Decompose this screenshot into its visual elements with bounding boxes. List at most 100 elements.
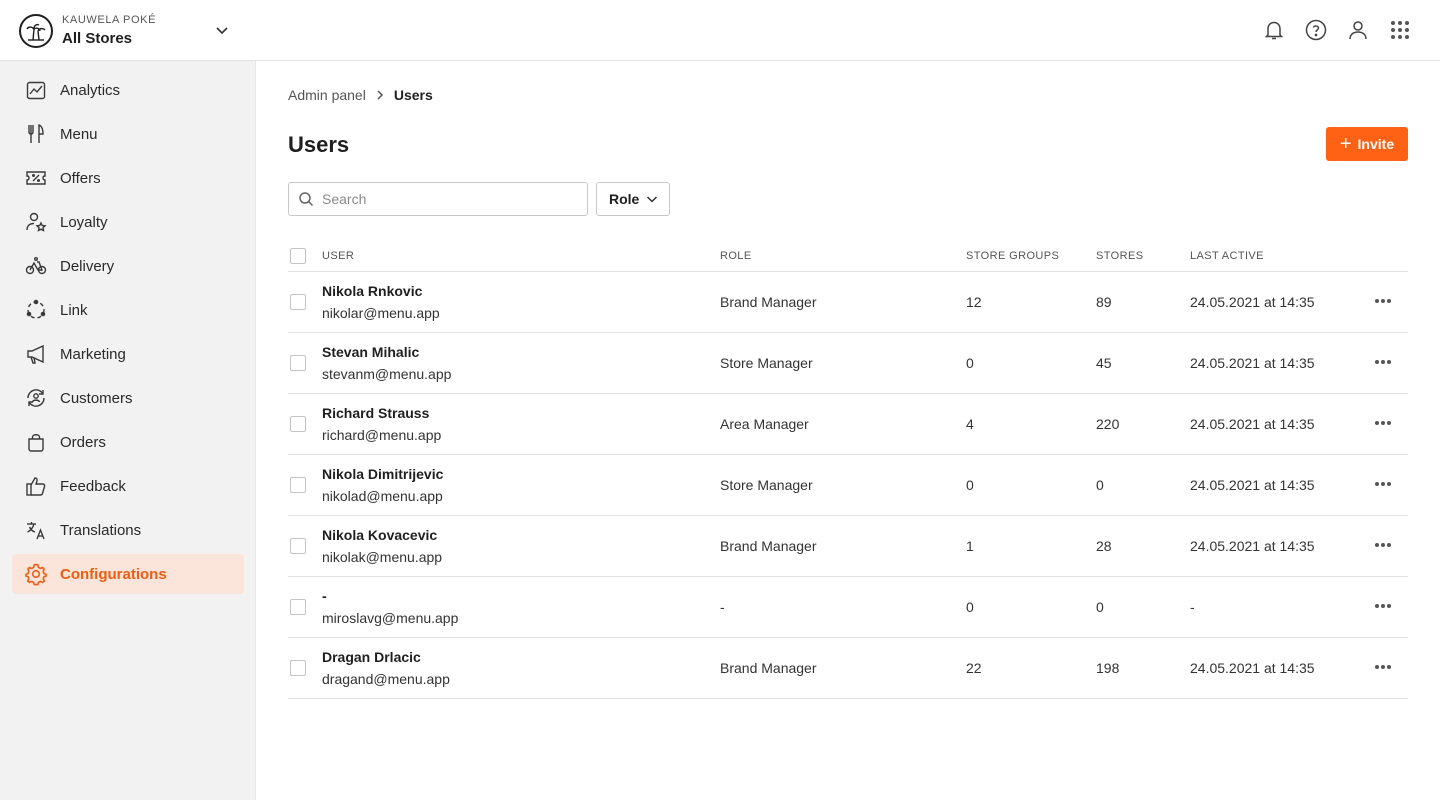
sidebar-item-orders[interactable]: Orders	[12, 422, 244, 462]
user-cell: Dragan Drlacic dragand@menu.app	[322, 649, 450, 687]
table-row[interactable]: Dragan Drlacic dragand@menu.app Brand Ma…	[288, 638, 1408, 699]
role-cell: Brand Manager	[720, 294, 817, 310]
sidebar-item-label: Customers	[60, 389, 133, 407]
row-checkbox[interactable]	[290, 538, 306, 554]
sidebar-item-label: Loyalty	[60, 213, 108, 231]
bag-icon	[24, 430, 48, 454]
last-active-cell: 24.05.2021 at 14:35	[1190, 355, 1315, 371]
chevron-down-icon[interactable]	[214, 22, 230, 38]
sidebar-item-label: Link	[60, 301, 88, 319]
top-bar: KAUWELA POKÉ All Stores	[0, 0, 1440, 61]
table-row[interactable]: - miroslavg@menu.app - 0 0 -	[288, 577, 1408, 638]
table-row[interactable]: Richard Strauss richard@menu.app Area Ma…	[288, 394, 1408, 455]
apps-grid-icon[interactable]	[1388, 18, 1412, 42]
search-input[interactable]	[322, 191, 572, 207]
chevron-right-icon	[374, 89, 386, 101]
user-email: stevanm@menu.app	[322, 366, 452, 382]
sidebar: Analytics Menu Offers Loyalty Delivery L…	[0, 61, 256, 800]
user-cell: Stevan Mihalic stevanm@menu.app	[322, 344, 451, 382]
table-row[interactable]: Nikola Kovacevic nikolak@menu.app Brand …	[288, 516, 1408, 577]
sidebar-item-marketing[interactable]: Marketing	[12, 334, 244, 374]
invite-button[interactable]: + Invite	[1326, 127, 1408, 161]
bell-icon[interactable]	[1262, 18, 1286, 42]
user-email: nikolar@menu.app	[322, 305, 440, 321]
row-checkbox[interactable]	[290, 599, 306, 615]
sidebar-item-delivery[interactable]: Delivery	[12, 246, 244, 286]
store-groups-cell: 12	[966, 294, 982, 310]
stores-cell: 0	[1096, 477, 1104, 493]
customers-icon	[24, 386, 48, 410]
brand-block[interactable]: KAUWELA POKÉ All Stores	[62, 14, 156, 47]
sidebar-item-label: Feedback	[60, 477, 126, 495]
column-header-role[interactable]: ROLE	[720, 250, 752, 262]
sidebar-item-label: Orders	[60, 433, 106, 451]
row-checkbox[interactable]	[290, 416, 306, 432]
table-row[interactable]: Nikola Rnkovic nikolar@menu.app Brand Ma…	[288, 272, 1408, 333]
sidebar-item-loyalty[interactable]: Loyalty	[12, 202, 244, 242]
table-header: USER ROLE STORE GROUPS STORES LAST ACTIV…	[288, 237, 1408, 272]
more-options-icon[interactable]	[1372, 473, 1394, 495]
more-options-icon[interactable]	[1372, 656, 1394, 678]
user-email: dragand@menu.app	[322, 671, 450, 687]
sidebar-item-translations[interactable]: Translations	[12, 510, 244, 550]
sidebar-item-analytics[interactable]: Analytics	[12, 70, 244, 110]
last-active-cell: 24.05.2021 at 14:35	[1190, 294, 1315, 310]
column-header-stores[interactable]: STORES	[1096, 250, 1143, 262]
sidebar-item-menu[interactable]: Menu	[12, 114, 244, 154]
more-options-icon[interactable]	[1372, 595, 1394, 617]
sidebar-item-link[interactable]: Link	[12, 290, 244, 330]
user-name: Nikola Rnkovic	[322, 283, 423, 299]
store-groups-cell: 1	[966, 538, 974, 554]
breadcrumb-admin-panel[interactable]: Admin panel	[288, 87, 366, 103]
store-groups-cell: 4	[966, 416, 974, 432]
analytics-icon	[24, 78, 48, 102]
help-icon[interactable]	[1304, 18, 1328, 42]
role-cell: Store Manager	[720, 477, 813, 493]
sidebar-item-offers[interactable]: Offers	[12, 158, 244, 198]
store-selector-label[interactable]: All Stores	[62, 30, 156, 47]
role-filter-dropdown[interactable]: Role	[596, 182, 670, 216]
search-icon	[298, 191, 314, 207]
user-cell: Nikola Rnkovic nikolar@menu.app	[322, 283, 440, 321]
breadcrumb-current: Users	[393, 87, 433, 103]
column-header-user[interactable]: USER	[322, 250, 354, 262]
column-header-last-active[interactable]: LAST ACTIVE	[1190, 250, 1264, 262]
sidebar-item-configurations[interactable]: Configurations	[12, 554, 244, 594]
more-options-icon[interactable]	[1372, 351, 1394, 373]
last-active-cell: -	[1190, 599, 1195, 615]
user-cell: - miroslavg@menu.app	[322, 588, 458, 626]
table-row[interactable]: Nikola Dimitrijevic nikolad@menu.app Sto…	[288, 455, 1408, 516]
main-content: Admin panel Users Users + Invite Role US…	[256, 61, 1440, 800]
more-options-icon[interactable]	[1372, 412, 1394, 434]
role-cell: Brand Manager	[720, 538, 817, 554]
loyalty-user-icon	[24, 210, 48, 234]
search-box[interactable]	[288, 182, 588, 216]
more-options-icon[interactable]	[1372, 290, 1394, 312]
sidebar-item-customers[interactable]: Customers	[12, 378, 244, 418]
thumbs-up-icon	[24, 474, 48, 498]
role-cell: Area Manager	[720, 416, 809, 432]
stores-cell: 0	[1096, 599, 1104, 615]
row-checkbox[interactable]	[290, 355, 306, 371]
user-name: Dragan Drlacic	[322, 649, 421, 665]
megaphone-icon	[24, 342, 48, 366]
last-active-cell: 24.05.2021 at 14:35	[1190, 416, 1315, 432]
user-cell: Nikola Kovacevic nikolak@menu.app	[322, 527, 442, 565]
sidebar-item-feedback[interactable]: Feedback	[12, 466, 244, 506]
user-icon[interactable]	[1346, 18, 1370, 42]
column-header-store-groups[interactable]: STORE GROUPS	[966, 250, 1059, 262]
store-groups-cell: 22	[966, 660, 982, 676]
user-name: -	[322, 588, 327, 604]
row-checkbox[interactable]	[290, 477, 306, 493]
user-email: miroslavg@menu.app	[322, 610, 459, 626]
sidebar-item-label: Translations	[60, 521, 142, 539]
more-options-icon[interactable]	[1372, 534, 1394, 556]
brand-logo-icon	[19, 14, 53, 48]
select-all-checkbox[interactable]	[290, 248, 306, 264]
row-checkbox[interactable]	[290, 660, 306, 676]
role-filter-label: Role	[609, 191, 640, 207]
table-row[interactable]: Stevan Mihalic stevanm@menu.app Store Ma…	[288, 333, 1408, 394]
row-checkbox[interactable]	[290, 294, 306, 310]
user-cell: Nikola Dimitrijevic nikolad@menu.app	[322, 466, 443, 504]
last-active-cell: 24.05.2021 at 14:35	[1190, 538, 1315, 554]
